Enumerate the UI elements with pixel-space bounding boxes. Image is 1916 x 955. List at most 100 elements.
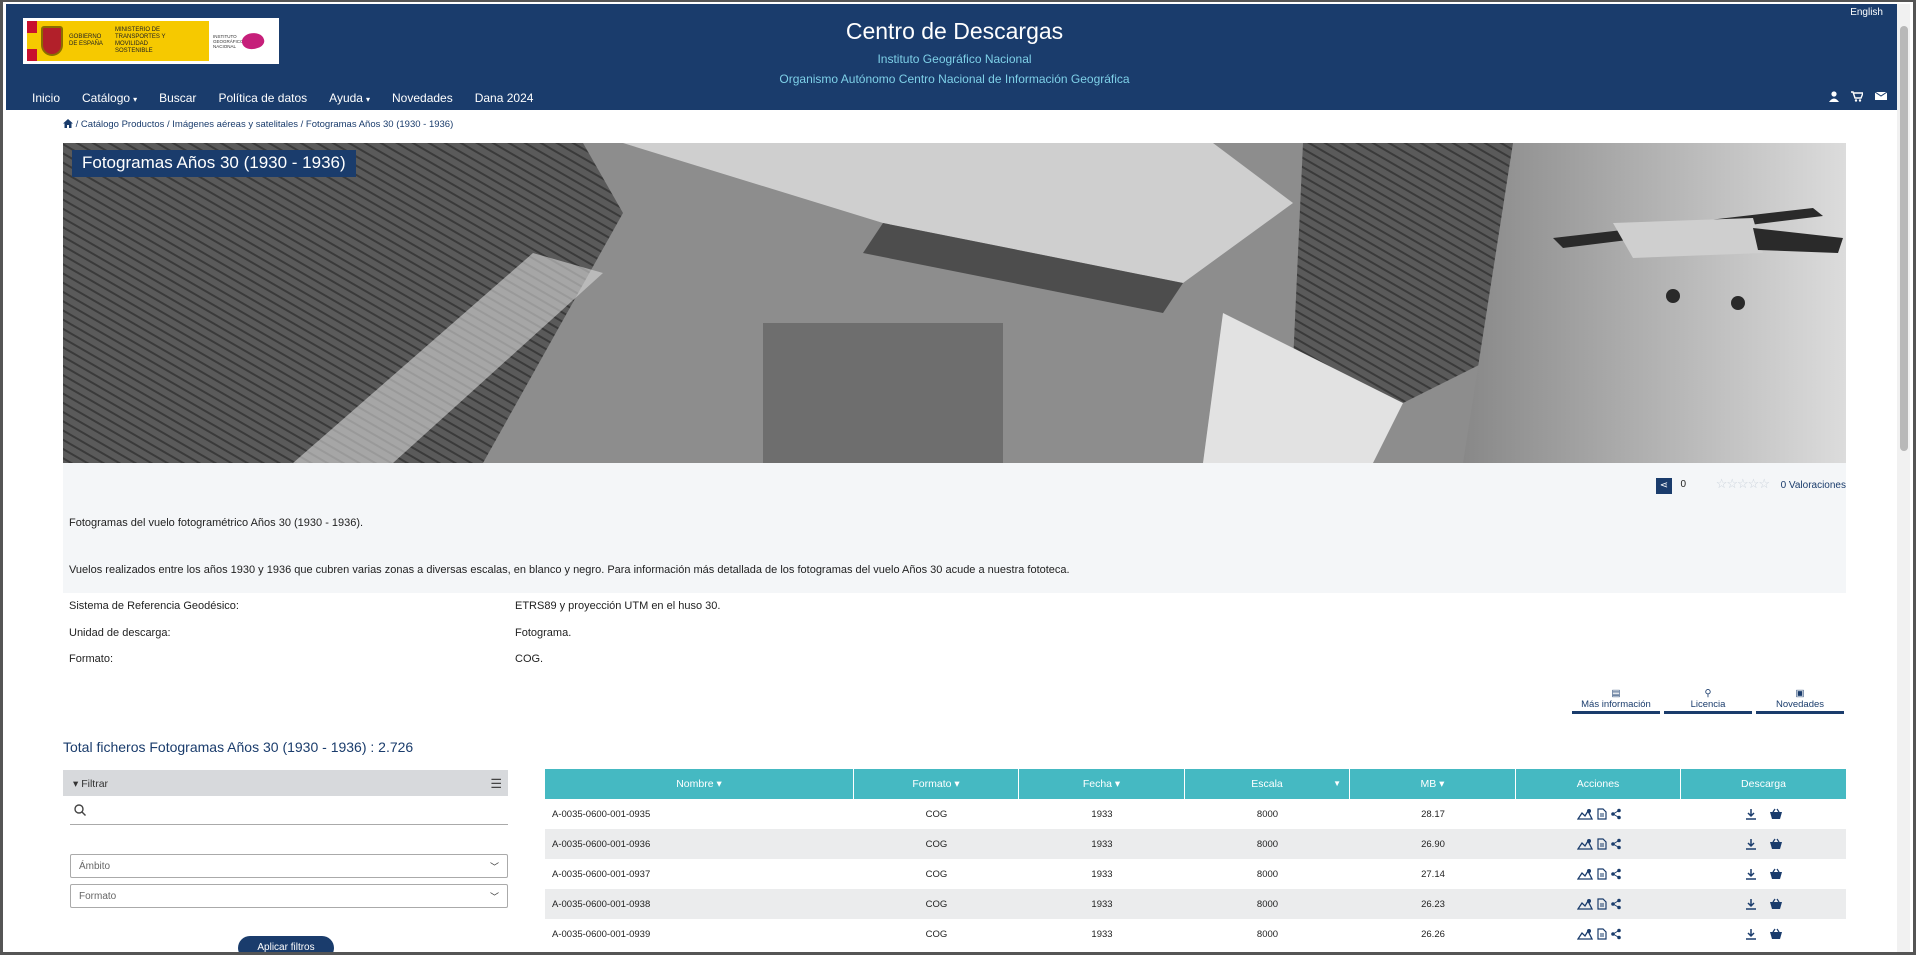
share-icon[interactable]: [1610, 928, 1621, 940]
formato-select-label: Formato: [79, 891, 117, 902]
download-icon[interactable]: [1745, 898, 1757, 910]
basket-icon[interactable]: [1769, 898, 1783, 910]
download-icon[interactable]: [1745, 928, 1757, 940]
prop-value-srg: ETRS89 y proyección UTM en el huso 30.: [515, 600, 721, 612]
share-icon[interactable]: ⋖: [1656, 478, 1672, 494]
document-icon[interactable]: [1596, 808, 1607, 820]
share-icon[interactable]: [1610, 868, 1621, 880]
cell-descarga: [1681, 928, 1846, 940]
nav-ayuda[interactable]: Ayuda ▾: [329, 91, 370, 105]
scrollbar-thumb[interactable]: [1900, 26, 1908, 451]
col-escala[interactable]: Escala ▼: [1185, 769, 1350, 799]
share-icon[interactable]: [1610, 838, 1621, 850]
description-line-1: Fotogramas del vuelo fotogramétrico Años…: [69, 517, 364, 529]
filter-header[interactable]: ▾ Filtrar ☰: [63, 770, 508, 796]
site-title: Centro de Descargas: [845, 18, 1064, 44]
cell-descarga: [1681, 898, 1846, 910]
chevron-down-icon: ﹀: [489, 892, 499, 902]
star-rating[interactable]: ☆☆☆☆☆: [1716, 476, 1770, 492]
share-icon[interactable]: [1610, 808, 1621, 820]
novedades-button[interactable]: ▣ Novedades: [1756, 686, 1844, 714]
document-icon[interactable]: [1596, 898, 1607, 910]
col-escala-label: Escala: [1251, 778, 1283, 790]
caret-down-icon: ▼: [1333, 779, 1341, 788]
filter-title: Filtrar: [81, 778, 109, 790]
nav-catalogo[interactable]: Catálogo ▾: [82, 91, 137, 105]
apply-filters-button[interactable]: Aplicar filtros: [238, 936, 334, 952]
home-icon[interactable]: [63, 119, 73, 128]
cell-escala: 8000: [1256, 808, 1279, 820]
document-icon[interactable]: [1596, 928, 1607, 940]
cell-acciones: [1516, 838, 1681, 850]
scrollbar[interactable]: [1897, 4, 1910, 952]
basket-icon[interactable]: [1769, 868, 1783, 880]
cell-formato: COG: [925, 928, 948, 940]
basket-icon[interactable]: [1769, 838, 1783, 850]
nav-politica-label: Política de datos: [218, 91, 308, 105]
mas-informacion-button[interactable]: ▤ Más información: [1572, 686, 1660, 714]
mail-icon[interactable]: [1875, 91, 1887, 101]
breadcrumb-catalogo[interactable]: Catálogo Productos: [81, 119, 164, 130]
download-icon[interactable]: [1745, 838, 1757, 850]
search-icon: [74, 804, 86, 816]
basket-icon[interactable]: [1769, 808, 1783, 820]
map-locate-icon[interactable]: [1576, 868, 1593, 880]
description-box: ⋖ 0 ☆☆☆☆☆ 0 Valoraciones Fotogramas del …: [63, 463, 1846, 593]
breadcrumb-current: Fotogramas Años 30 (1930 - 1936): [305, 119, 454, 130]
cell-formato: COG: [925, 838, 948, 850]
info-buttons: ▤ Más información ⚲ Licencia ▣ Novedades: [1572, 686, 1844, 714]
nav-buscar[interactable]: Buscar: [159, 91, 196, 105]
cell-acciones: [1516, 808, 1681, 820]
map-locate-icon[interactable]: [1576, 838, 1593, 850]
news-icon: ▣: [1795, 688, 1805, 699]
col-nombre[interactable]: Nombre ▾: [545, 769, 854, 799]
cell-formato: COG: [925, 898, 948, 910]
nav-dana[interactable]: Dana 2024: [475, 91, 534, 105]
breadcrumb-imagenes[interactable]: Imágenes aéreas y satelitales: [172, 119, 298, 130]
formato-select[interactable]: Formato ﹀: [70, 884, 508, 908]
mas-informacion-label: Más información: [1581, 699, 1651, 710]
col-acciones: Acciones: [1516, 769, 1681, 799]
cart-icon[interactable]: [1851, 91, 1863, 102]
download-icon[interactable]: [1745, 808, 1757, 820]
site-subtitle-ign[interactable]: Instituto Geográfico Nacional: [6, 52, 1903, 66]
cell-fecha: 1933: [1091, 838, 1113, 850]
caret-down-icon: ▾: [133, 95, 138, 104]
cell-escala: 8000: [1256, 868, 1279, 880]
cell-mb: 26.26: [1421, 928, 1445, 940]
cell-nombre: A-0035-0600-001-0938: [552, 898, 651, 910]
language-link[interactable]: English: [1850, 7, 1883, 18]
filter-search-input[interactable]: [70, 799, 508, 825]
cell-acciones: [1516, 928, 1681, 940]
site-subtitle-cnig[interactable]: Organismo Autónomo Centro Nacional de In…: [6, 72, 1903, 86]
cell-acciones: [1516, 898, 1681, 910]
col-formato[interactable]: Formato ▾: [854, 769, 1019, 799]
main-nav: Inicio Catálogo ▾ Buscar Política de dato…: [32, 91, 555, 105]
licencia-button[interactable]: ⚲ Licencia: [1664, 686, 1752, 714]
nav-buscar-label: Buscar: [159, 91, 197, 105]
share-icon[interactable]: [1610, 898, 1621, 910]
download-icon[interactable]: [1745, 868, 1757, 880]
cell-escala: 8000: [1256, 838, 1279, 850]
map-locate-icon[interactable]: [1576, 928, 1593, 940]
cell-fecha: 1933: [1091, 898, 1113, 910]
nav-novedades[interactable]: Novedades: [392, 91, 453, 105]
basket-icon[interactable]: [1769, 928, 1783, 940]
col-mb[interactable]: MB ▾: [1350, 769, 1516, 799]
nav-inicio[interactable]: Inicio: [32, 91, 60, 105]
document-icon[interactable]: [1596, 868, 1607, 880]
nav-politica[interactable]: Política de datos: [218, 91, 307, 105]
map-locate-icon[interactable]: [1576, 808, 1593, 820]
user-icon[interactable]: [1829, 91, 1839, 102]
novedades-label: Novedades: [1775, 699, 1825, 710]
ambito-select[interactable]: Ámbito ﹀: [70, 854, 508, 878]
map-locate-icon[interactable]: [1576, 898, 1593, 910]
nav-catalogo-label: Catálogo: [82, 91, 131, 105]
cell-nombre: A-0035-0600-001-0939: [552, 928, 651, 940]
ambito-select-label: Ámbito: [79, 861, 111, 872]
header-icons: [1829, 91, 1887, 102]
document-icon[interactable]: [1596, 838, 1607, 850]
sliders-icon[interactable]: ☰: [490, 776, 502, 792]
col-fecha[interactable]: Fecha ▾: [1019, 769, 1185, 799]
site-header: GOBIERNO DE ESPAÑA MINISTERIO DE TRANSPO…: [6, 4, 1903, 110]
